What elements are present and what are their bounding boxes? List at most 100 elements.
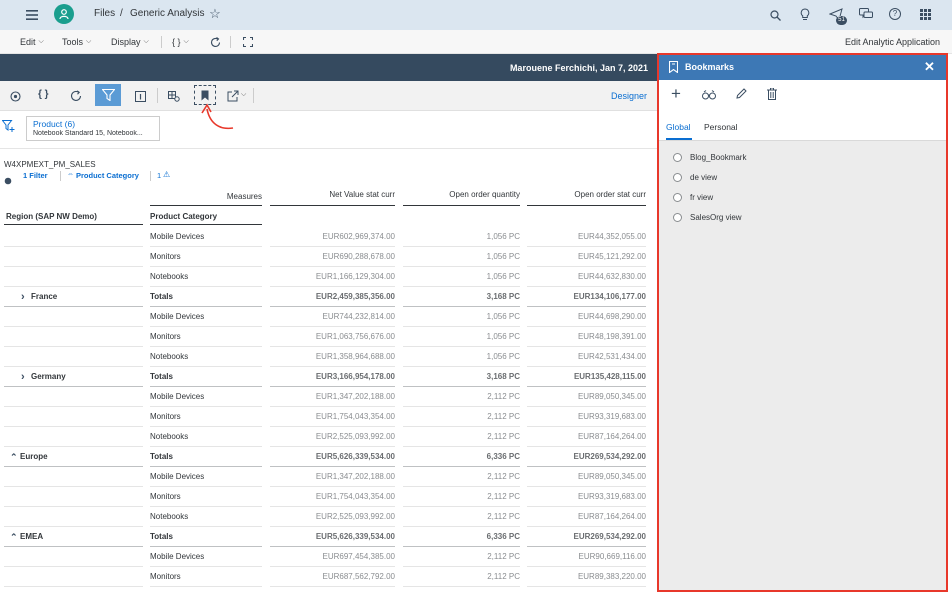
value-cell: 2,112 PC	[487, 572, 520, 581]
refresh-icon[interactable]	[69, 89, 83, 103]
expand-chevron-icon[interactable]: ›	[21, 367, 25, 387]
table-row: Monitors EUR687,562,792.00 2,112 PC EUR89,3…	[0, 567, 658, 587]
breadcrumb-separator: /	[120, 8, 123, 19]
region-cell: Germany	[31, 372, 66, 381]
product-category-cell: Mobile Devices	[150, 232, 205, 241]
display-menu[interactable]: Display ⌵	[111, 37, 149, 47]
product-category-link[interactable]: Product Category	[76, 171, 139, 180]
product-category-cell: Totals	[150, 292, 173, 301]
region-column-header[interactable]: Region (SAP NW Demo)	[6, 212, 97, 221]
region-cell: Europe	[20, 452, 48, 461]
bookmark-icon	[201, 90, 209, 100]
value-cell: 3,168 PC	[486, 372, 520, 381]
table-row: Mobile Devices EUR1,347,202,188.00 2,112 P…	[0, 387, 658, 407]
table-settings-icon[interactable]	[167, 89, 181, 103]
user-date-label: Marouene Ferchichi, Jan 7, 2021	[509, 63, 648, 73]
hierarchy-icon	[4, 172, 12, 185]
value-cell: EUR42,531,434.00	[577, 352, 646, 361]
value-cell: EUR45,121,292.00	[577, 252, 646, 261]
edit-application-link[interactable]: Edit Analytic Application	[845, 37, 940, 47]
value-cell: EUR48,198,391.00	[577, 332, 646, 341]
value-cell: EUR93,319,683.00	[577, 412, 646, 421]
refresh-icon[interactable]	[209, 36, 221, 48]
help-icon[interactable]: ?	[889, 8, 901, 20]
value-cell: 1,056 PC	[486, 252, 520, 261]
value-cell: EUR5,626,339,534.00	[315, 452, 395, 461]
value-cell: 6,336 PC	[486, 452, 520, 461]
column-header-open-stat[interactable]: Open order stat curr	[527, 190, 646, 199]
filter-toggle-button[interactable]	[95, 84, 121, 106]
collapse-chevron-icon[interactable]: ⌃	[10, 447, 18, 467]
value-cell: EUR1,347,202,188.00	[315, 392, 395, 401]
product-category-cell: Totals	[150, 452, 173, 461]
product-category-column-header[interactable]: Product Category	[150, 212, 217, 221]
value-cell: 1,056 PC	[486, 312, 520, 321]
header-underline	[4, 224, 143, 225]
toolbar-divider	[253, 88, 254, 103]
filter-token[interactable]: Product (6) Notebook Standard 15, Notebo…	[26, 116, 160, 141]
header-underline	[527, 205, 646, 206]
filter-value: Notebook Standard 15, Notebook...	[33, 130, 143, 137]
value-cell: EUR44,352,055.00	[577, 232, 646, 241]
lightbulb-icon[interactable]	[798, 7, 812, 21]
value-cell: EUR89,383,220.00	[577, 572, 646, 581]
table-row: ⌃ Europe Totals EUR5,626,339,534.00 6,336 PC…	[0, 447, 658, 467]
apps-grid-icon[interactable]	[919, 8, 931, 20]
value-cell: 3,168 PC	[486, 292, 520, 301]
chevron-down-icon: ⌵	[86, 38, 92, 45]
data-table-body: Mobile Devices EUR602,969,374.00 1,056 PC E…	[0, 227, 658, 595]
warning-icon[interactable]: ⚠	[163, 170, 170, 179]
product-category-cell: Monitors	[150, 492, 181, 501]
designer-button[interactable]: Designer	[611, 91, 647, 101]
fullscreen-icon[interactable]	[242, 36, 254, 48]
value-cell: 2,112 PC	[487, 392, 520, 401]
table-row: Notebooks EUR2,525,093,992.00 2,112 PC EUR8…	[0, 507, 658, 527]
filter-add-icon[interactable]	[1, 120, 16, 134]
collapse-chevron-icon[interactable]: ⌃	[10, 527, 18, 547]
product-category-cell: Mobile Devices	[150, 312, 205, 321]
script-menu[interactable]: { } ⌵	[172, 37, 189, 47]
table-row: Mobile Devices EUR697,454,385.00 2,112 PC E…	[0, 547, 658, 567]
value-cell: EUR687,562,792.00	[322, 572, 396, 581]
filter-count-link[interactable]: 1 Filter	[23, 171, 48, 180]
widget-action-bar: { } ⌵ Designer	[0, 81, 658, 111]
measures-header: Measures	[226, 192, 262, 201]
edit-menu[interactable]: Edit ⌵	[20, 37, 44, 47]
chat-icon[interactable]	[858, 7, 874, 21]
star-icon[interactable]: ☆	[208, 6, 222, 21]
column-header-open-qty[interactable]: Open order quantity	[403, 190, 520, 199]
breadcrumb-files[interactable]: Files	[94, 8, 115, 19]
highlight-frame	[657, 53, 948, 592]
value-cell: EUR1,063,756,676.00	[315, 332, 395, 341]
table-row: Notebooks EUR2,525,093,992.00 2,112 PC EUR8…	[0, 427, 658, 447]
product-category-cell: Notebooks	[150, 272, 189, 281]
value-cell: EUR1,754,043,354.00	[315, 412, 395, 421]
value-cell: EUR89,050,345.00	[577, 472, 646, 481]
menu-icon[interactable]	[24, 7, 40, 23]
expand-chevron-icon[interactable]: ›	[21, 287, 25, 307]
column-header-net-value[interactable]: Net Value stat curr	[270, 190, 395, 199]
chevron-down-icon[interactable]: ⌵	[241, 91, 246, 99]
tools-menu[interactable]: Tools ⌵	[62, 37, 91, 47]
meta-divider	[150, 171, 151, 181]
value-cell: EUR44,698,290.00	[577, 312, 646, 321]
value-cell: EUR602,969,374.00	[322, 232, 396, 241]
value-cell: EUR3,166,954,178.00	[315, 372, 395, 381]
hierarchy-icon[interactable]	[8, 89, 22, 103]
avatar-icon[interactable]	[54, 4, 74, 24]
warning-count[interactable]: 1	[157, 171, 161, 180]
info-icon[interactable]	[133, 89, 147, 103]
table-row: Monitors EUR1,063,756,676.00 1,056 PC EUR48…	[0, 327, 658, 347]
shell-bar: Files / Generic Analysis ☆ 51 ?	[0, 0, 952, 30]
search-icon[interactable]	[768, 8, 782, 22]
toolbar-divider	[230, 36, 231, 48]
value-cell: 1,056 PC	[486, 352, 520, 361]
script-braces-icon[interactable]: { }	[38, 89, 49, 100]
value-cell: EUR2,525,093,992.00	[315, 512, 395, 521]
value-cell: 1,056 PC	[486, 332, 520, 341]
header-underline	[403, 205, 520, 206]
value-cell: EUR90,669,116.00	[578, 552, 646, 561]
value-cell: EUR269,534,292.00	[573, 452, 647, 461]
value-cell: 2,112 PC	[487, 492, 520, 501]
value-cell: EUR1,358,964,688.00	[315, 352, 395, 361]
